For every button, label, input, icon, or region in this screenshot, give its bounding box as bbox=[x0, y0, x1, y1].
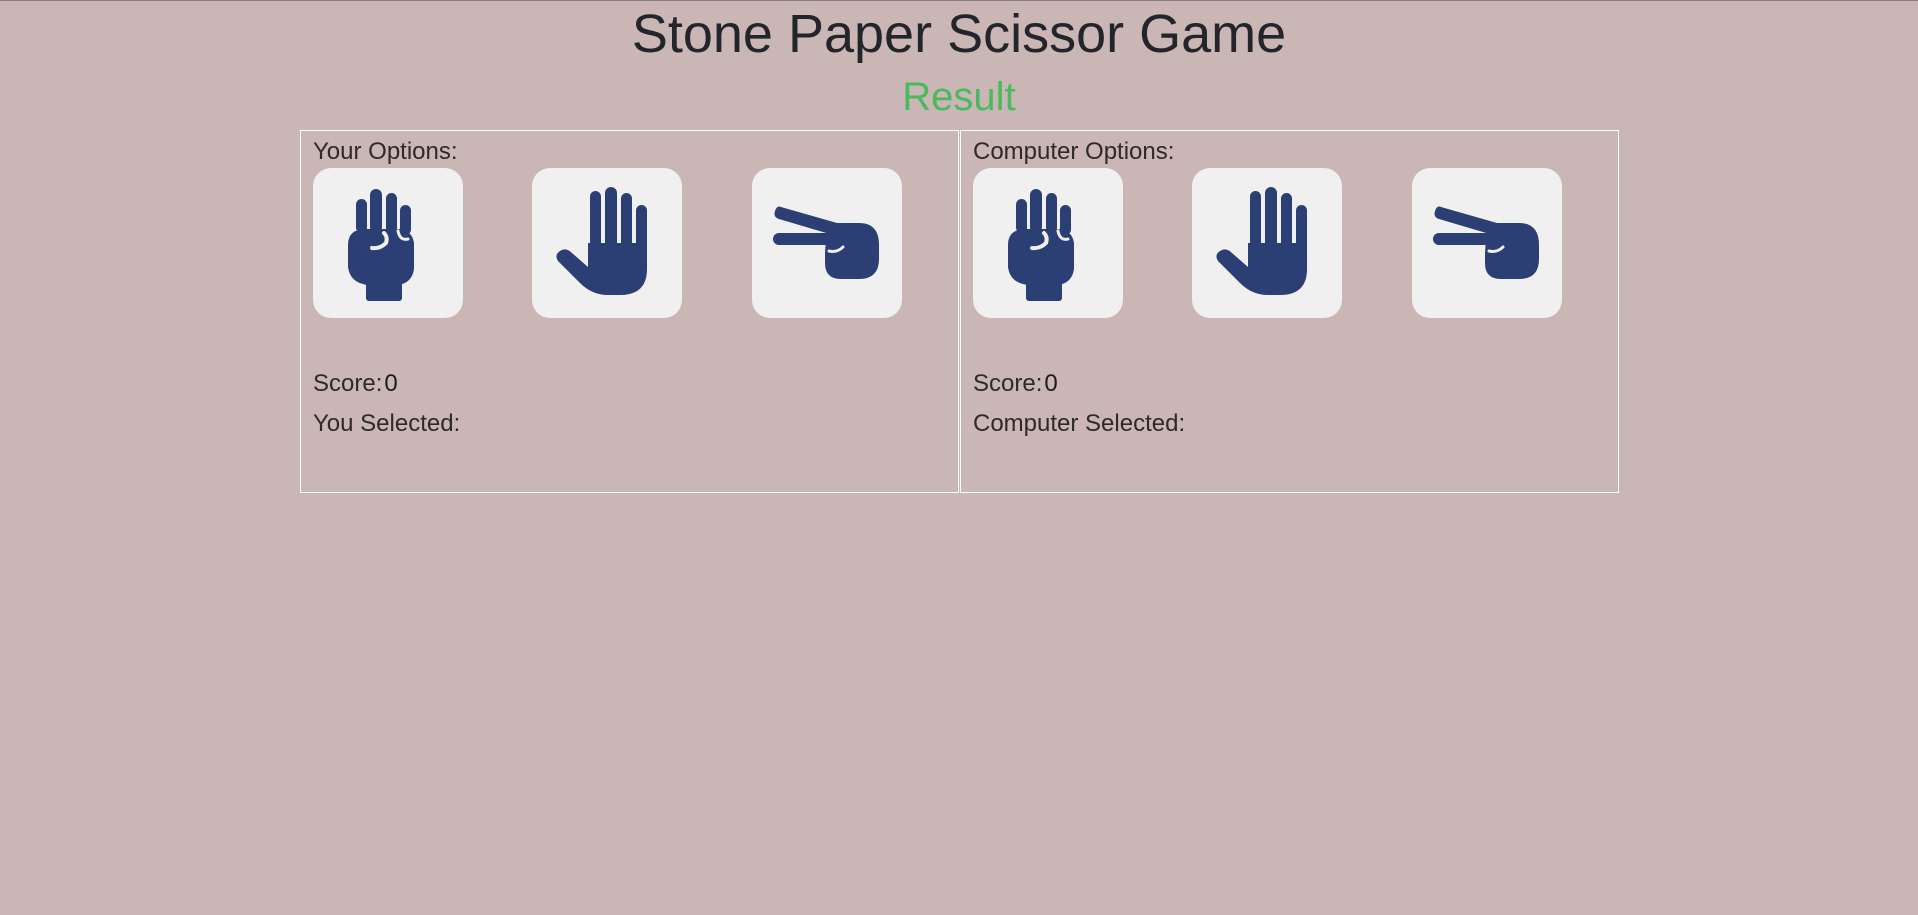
player-score-label: Score: bbox=[313, 370, 383, 397]
player-selected: You Selected: bbox=[313, 409, 460, 439]
open-hand-icon bbox=[556, 187, 647, 295]
player-panel: Your Options: Score:0 You Selected: bbox=[300, 130, 959, 493]
fist-icon bbox=[1008, 189, 1074, 301]
computer-panel: Computer Options: Score:0 Computer Selec… bbox=[960, 130, 1619, 493]
computer-stone-option bbox=[973, 168, 1123, 318]
computer-score-value: 0 bbox=[1044, 370, 1058, 397]
computer-score: Score:0 bbox=[973, 369, 1058, 399]
computer-score-label: Score: bbox=[973, 370, 1043, 397]
player-paper-button[interactable] bbox=[532, 168, 682, 318]
computer-paper-option bbox=[1192, 168, 1342, 318]
player-options-label: Your Options: bbox=[313, 138, 458, 165]
scissors-hand-icon bbox=[1433, 206, 1539, 279]
player-stone-button[interactable] bbox=[313, 168, 463, 318]
player-selected-label: You Selected: bbox=[313, 410, 461, 437]
open-hand-icon bbox=[1216, 187, 1307, 295]
page-title: Stone Paper Scissor Game bbox=[631, 4, 1287, 64]
top-border bbox=[0, 0, 1918, 1]
computer-options-label: Computer Options: bbox=[973, 138, 1175, 165]
player-score-value: 0 bbox=[384, 370, 398, 397]
scissors-hand-icon bbox=[773, 206, 879, 279]
computer-selected-label: Computer Selected: bbox=[973, 410, 1186, 437]
player-scissor-button[interactable] bbox=[752, 168, 902, 318]
result-label: Result bbox=[902, 75, 1016, 119]
computer-selected: Computer Selected: bbox=[973, 409, 1185, 439]
computer-scissor-option bbox=[1412, 168, 1562, 318]
fist-icon bbox=[348, 189, 414, 301]
player-score: Score:0 bbox=[313, 369, 398, 399]
